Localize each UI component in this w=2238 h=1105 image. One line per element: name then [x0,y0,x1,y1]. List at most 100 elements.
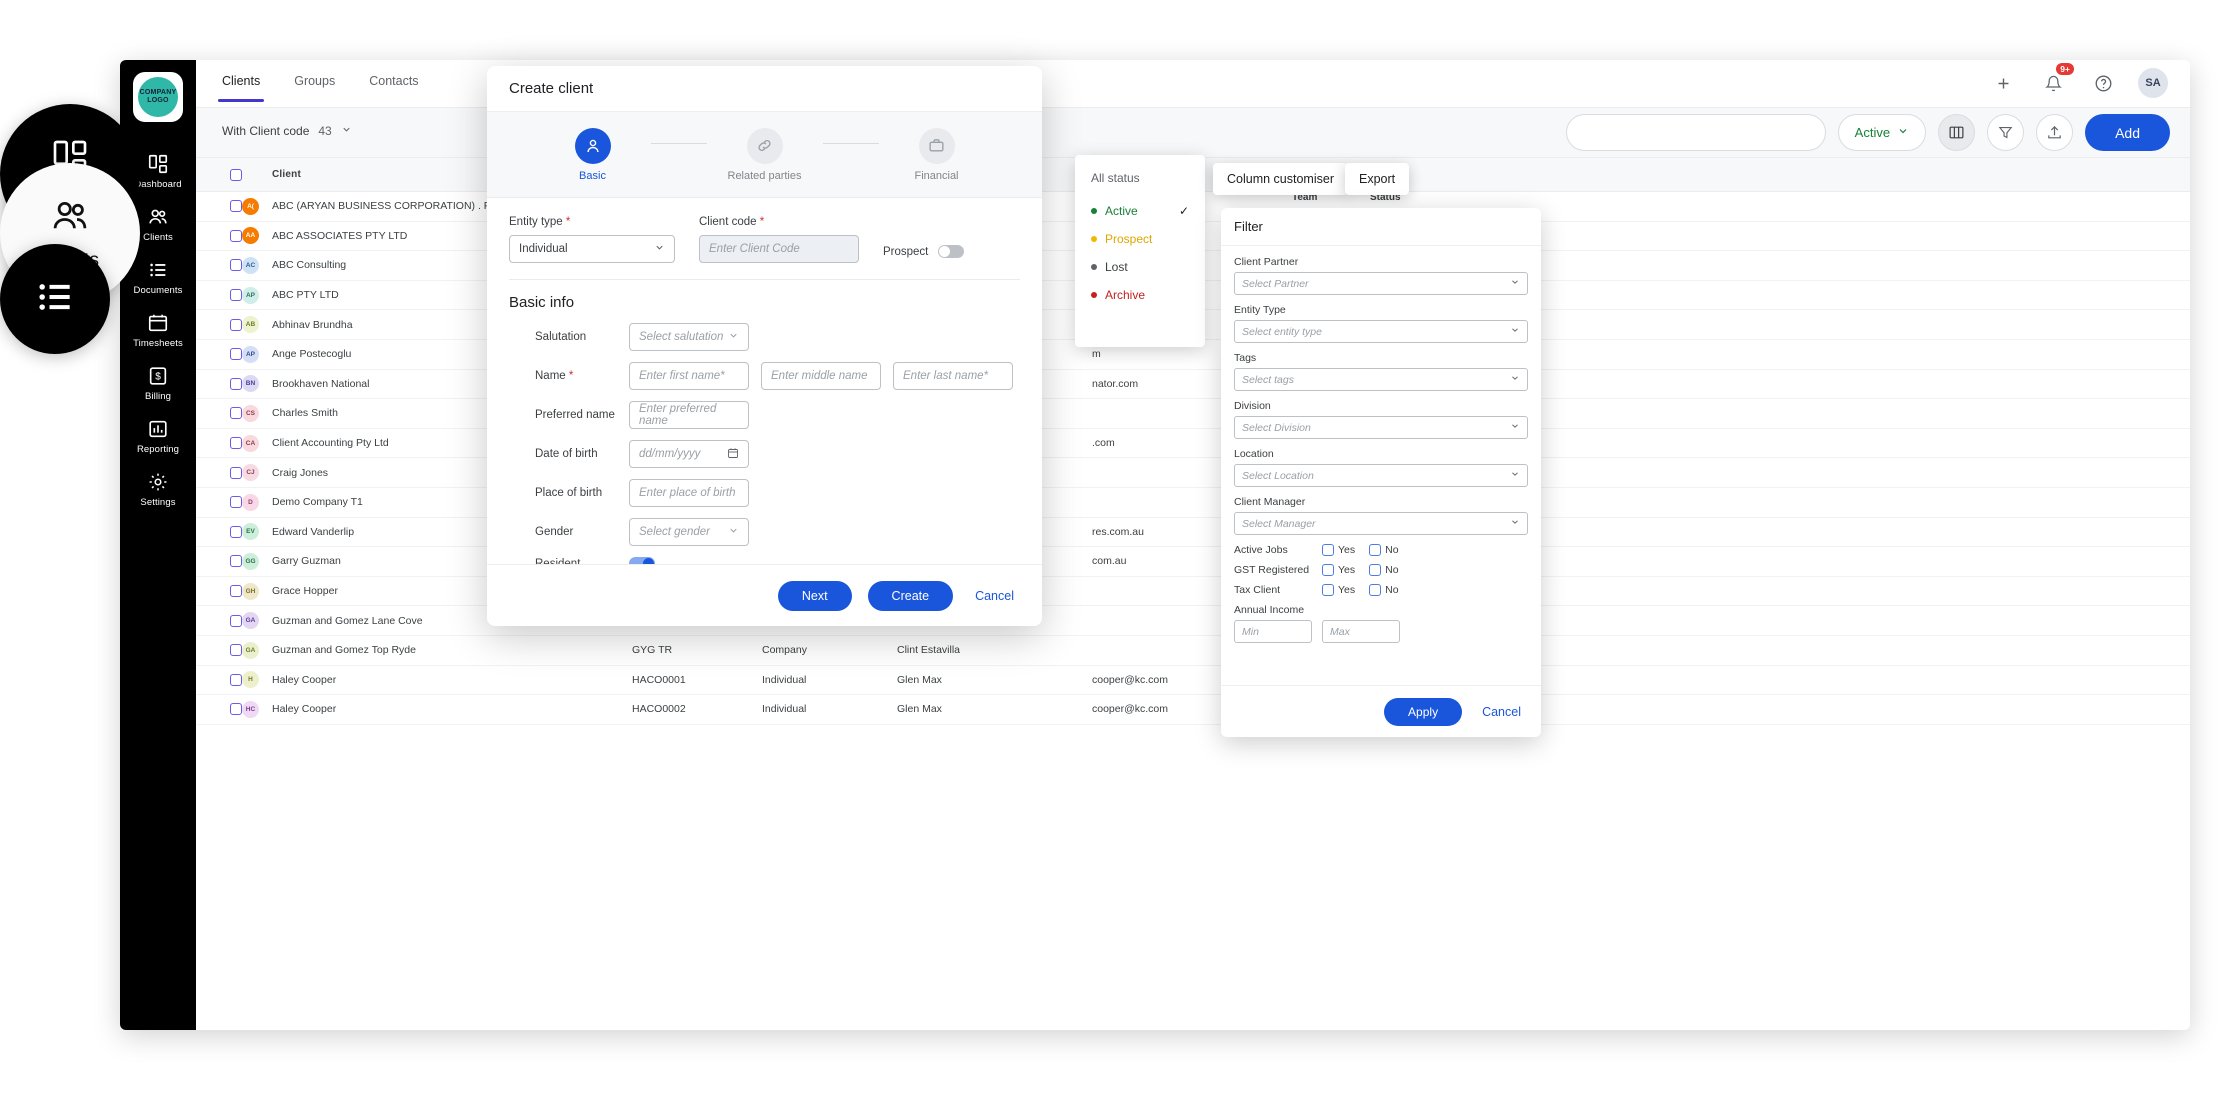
row-client-partner: Glen Max [897,703,1092,715]
tags-select[interactable]: Select tags [1234,368,1528,391]
step-financial[interactable]: Financial [879,128,995,182]
step-related-parties[interactable]: Related parties [707,128,823,182]
gender-select[interactable]: Select gender [629,518,749,546]
status-menu-title: All status [1075,165,1205,197]
table-row[interactable]: GAGuzman and Gomez Top RydeGYG TRCompany… [196,636,2190,666]
tax-client-yes[interactable]: Yes [1322,584,1355,596]
active-jobs-yes[interactable]: Yes [1322,544,1355,556]
sidebar-item-billing[interactable]: $ Billing [120,356,196,409]
client-manager-select[interactable]: Select Manager [1234,512,1528,535]
tax-client-no[interactable]: No [1369,584,1398,596]
gst-registered-no[interactable]: No [1369,564,1398,576]
status-option-lost-label: Lost [1105,260,1128,274]
sidebar-label-documents: Documents [134,285,183,296]
avatar: D [242,494,259,511]
row-entity-type: Individual [762,674,897,686]
location-select[interactable]: Select Location [1234,464,1528,487]
modal-footer: Next Create Cancel [487,564,1042,626]
cancel-button[interactable]: Cancel [969,589,1020,603]
row-checkbox[interactable] [230,348,242,360]
tab-contacts[interactable]: Contacts [369,74,418,98]
row-checkbox[interactable] [230,585,242,597]
status-option-archive[interactable]: Archive [1075,281,1205,309]
tags-label: Tags [1234,352,1528,364]
step-basic[interactable]: Basic [535,128,651,182]
tab-groups[interactable]: Groups [294,74,335,98]
row-avatar-cell: CS [242,405,272,422]
status-option-prospect[interactable]: Prospect [1075,225,1205,253]
row-checkbox[interactable] [230,378,242,390]
sidebar-item-reporting[interactable]: Reporting [120,409,196,462]
client-code-input[interactable]: Enter Client Code [699,235,859,263]
client-partner-placeholder: Select Partner [1242,278,1309,290]
chevron-down-icon [1510,325,1520,338]
required-mark: * [566,216,570,228]
tab-clients[interactable]: Clients [222,74,260,98]
table-row[interactable]: HCHaley CooperHACO0002IndividualGlen Max… [196,695,2190,725]
filter-cancel-button[interactable]: Cancel [1476,705,1527,719]
preferred-name-input[interactable]: Enter preferred name [629,401,749,429]
gst-registered-yes[interactable]: Yes [1322,564,1355,576]
row-checkbox[interactable] [230,703,242,715]
export-button[interactable] [2036,114,2073,151]
last-name-input[interactable]: Enter last name* [893,362,1013,390]
row-client-name: Haley Cooper [272,674,632,686]
entity-type-filter-select[interactable]: Select entity type [1234,320,1528,343]
active-jobs-no[interactable]: No [1369,544,1398,556]
row-checkbox[interactable] [230,319,242,331]
row-checkbox[interactable] [230,407,242,419]
division-select[interactable]: Select Division [1234,416,1528,439]
date-of-birth-input[interactable]: dd/mm/yyyy [629,440,749,468]
row-checkbox[interactable] [230,615,242,627]
avatar: HC [242,701,259,718]
briefcase-icon [919,128,955,164]
resident-toggle[interactable] [629,557,655,564]
row-checkbox[interactable] [230,555,242,567]
apply-button[interactable]: Apply [1384,698,1462,726]
client-partner-select[interactable]: Select Partner [1234,272,1528,295]
row-avatar-cell: A( [242,198,272,215]
search-input[interactable] [1566,114,1826,151]
user-avatar[interactable]: SA [2138,68,2168,98]
sidebar-label-dashboard: Dashboard [134,179,181,190]
status-filter-button[interactable]: Active [1838,114,1926,151]
middle-name-input[interactable]: Enter middle name [761,362,881,390]
status-option-active[interactable]: Active ✓ [1075,197,1205,225]
active-jobs-row: Active Jobs Yes No [1234,544,1528,556]
row-checkbox[interactable] [230,289,242,301]
annual-income-max-input[interactable]: Max [1322,620,1400,643]
status-option-lost[interactable]: Lost [1075,253,1205,281]
row-checkbox[interactable] [230,496,242,508]
row-checkbox[interactable] [230,674,242,686]
row-checkbox[interactable] [230,230,242,242]
people-icon [49,195,91,242]
with-client-code-filter[interactable]: With Client code 43 [222,124,352,138]
add-quick-button[interactable] [1988,68,2018,98]
annual-income-min-input[interactable]: Min [1234,620,1312,643]
row-checkbox[interactable] [230,259,242,271]
entity-type-filter-label: Entity Type [1234,304,1528,316]
row-checkbox[interactable] [230,467,242,479]
salutation-select[interactable]: Select salutation [629,323,749,351]
sidebar-item-settings[interactable]: Settings [120,462,196,515]
help-button[interactable] [2088,68,2118,98]
sidebar-item-timesheets[interactable]: Timesheets [120,303,196,356]
column-customiser-button[interactable] [1938,114,1975,151]
prospect-toggle[interactable] [938,245,964,258]
row-checkbox[interactable] [230,200,242,212]
filter-button[interactable] [1987,114,2024,151]
row-checkbox[interactable] [230,644,242,656]
row-client-name: Haley Cooper [272,703,632,715]
add-button[interactable]: Add [2085,114,2170,151]
entity-type-select[interactable]: Individual [509,235,675,263]
first-name-input[interactable]: Enter first name* [629,362,749,390]
next-button[interactable]: Next [778,581,852,611]
select-all-checkbox[interactable] [230,169,242,181]
table-row[interactable]: HHaley CooperHACO0001IndividualGlen Maxc… [196,666,2190,696]
calendar-icon[interactable] [727,447,739,462]
place-of-birth-input[interactable]: Enter place of birth [629,479,749,507]
notifications-button[interactable]: 9+ [2038,68,2068,98]
create-button[interactable]: Create [868,581,954,611]
row-checkbox[interactable] [230,437,242,449]
row-checkbox[interactable] [230,526,242,538]
